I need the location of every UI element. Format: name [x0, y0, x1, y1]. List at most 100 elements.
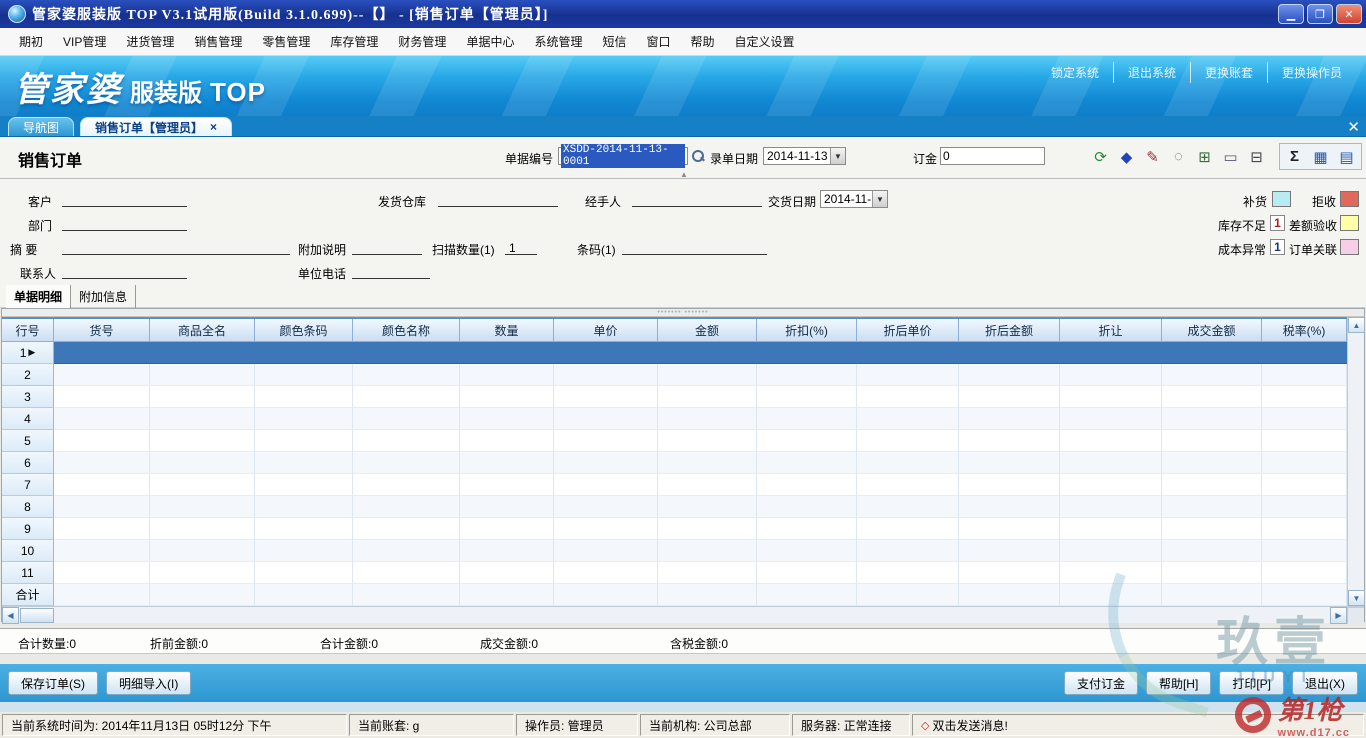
table-cell[interactable] — [554, 518, 658, 540]
table-cell[interactable] — [353, 430, 460, 452]
field-icon[interactable]: ▭ — [1219, 145, 1242, 168]
table-cell[interactable] — [857, 518, 959, 540]
table-cell[interactable] — [1060, 518, 1162, 540]
table-cell[interactable] — [54, 452, 150, 474]
table-cell[interactable] — [1162, 408, 1262, 430]
save-order-button[interactable]: 保存订单(S) — [8, 671, 98, 695]
table-cell[interactable] — [757, 386, 857, 408]
table-cell[interactable] — [554, 562, 658, 584]
table-cell[interactable] — [1162, 518, 1262, 540]
menu-retail[interactable]: 零售管理 — [253, 29, 319, 54]
scroll-left-icon[interactable]: ◀ — [2, 607, 19, 624]
table-cell[interactable] — [1162, 562, 1262, 584]
table-cell[interactable] — [959, 364, 1060, 386]
table-cell[interactable] — [255, 342, 353, 364]
lock-system-link[interactable]: 锁定系统 — [1037, 62, 1114, 83]
table-cell[interactable] — [1262, 496, 1347, 518]
table-cell[interactable] — [658, 584, 757, 606]
table-cell[interactable] — [757, 496, 857, 518]
table-cell[interactable] — [1262, 386, 1347, 408]
table-cell[interactable] — [54, 496, 150, 518]
table-cell[interactable] — [255, 386, 353, 408]
vertical-scrollbar[interactable]: ▲ ▼ — [1347, 317, 1364, 606]
table-cell[interactable] — [255, 584, 353, 606]
table-row[interactable]: 3 — [2, 386, 1347, 408]
table-cell[interactable] — [1262, 474, 1347, 496]
table-row[interactable]: 5 — [2, 430, 1347, 452]
table-cell[interactable] — [857, 452, 959, 474]
table-cell[interactable] — [150, 430, 255, 452]
column-header-5[interactable]: 数量 — [460, 319, 554, 342]
tab-extra-info[interactable]: 附加信息 — [71, 285, 136, 308]
barcode-field[interactable] — [622, 239, 767, 255]
row-header[interactable]: 7 — [2, 474, 54, 496]
table-cell[interactable] — [554, 430, 658, 452]
table-row[interactable]: 10 — [2, 540, 1347, 562]
table-cell[interactable] — [1262, 342, 1347, 364]
scroll-right-icon[interactable]: ▶ — [1330, 607, 1347, 624]
table-cell[interactable] — [460, 474, 554, 496]
table-cell[interactable] — [150, 386, 255, 408]
vertical-scroll-track[interactable] — [1348, 333, 1364, 590]
table-cell[interactable] — [460, 430, 554, 452]
table-cell[interactable] — [255, 408, 353, 430]
table-cell[interactable] — [554, 342, 658, 364]
panel-close-icon[interactable]: ✕ — [1347, 118, 1360, 136]
scroll-down-icon[interactable]: ▼ — [1348, 590, 1365, 606]
table-cell[interactable] — [1162, 452, 1262, 474]
table-cell[interactable] — [857, 364, 959, 386]
table-cell[interactable] — [757, 474, 857, 496]
tab-navigation[interactable]: 导航图 — [8, 117, 74, 136]
table-cell[interactable] — [1060, 474, 1162, 496]
table-cell[interactable] — [1060, 452, 1162, 474]
table-cell[interactable] — [857, 430, 959, 452]
department-field[interactable] — [62, 215, 187, 231]
table-cell[interactable] — [658, 496, 757, 518]
table-cell[interactable] — [658, 386, 757, 408]
table-cell[interactable] — [658, 518, 757, 540]
table-cell[interactable] — [54, 364, 150, 386]
table-cell[interactable] — [857, 474, 959, 496]
entry-date-combo[interactable]: 2014-11-13 ▼ — [763, 147, 846, 165]
table-row[interactable]: 4 — [2, 408, 1347, 430]
table-cell[interactable] — [1262, 540, 1347, 562]
table-cell[interactable] — [54, 386, 150, 408]
table-cell[interactable] — [554, 452, 658, 474]
table-cell[interactable] — [460, 364, 554, 386]
table-cell[interactable] — [1060, 342, 1162, 364]
menu-system[interactable]: 系统管理 — [525, 29, 591, 54]
table-cell[interactable] — [150, 540, 255, 562]
table-cell[interactable] — [460, 584, 554, 606]
menu-doc-center[interactable]: 单据中心 — [457, 29, 523, 54]
table-cell[interactable] — [460, 518, 554, 540]
menu-window[interactable]: 窗口 — [637, 29, 679, 54]
column-header-9[interactable]: 折后单价 — [857, 319, 959, 342]
table-cell[interactable] — [1162, 342, 1262, 364]
table-row[interactable]: 合计 — [2, 584, 1347, 606]
table-cell[interactable] — [857, 408, 959, 430]
table-cell[interactable] — [959, 518, 1060, 540]
table-cell[interactable] — [255, 430, 353, 452]
table-cell[interactable] — [150, 518, 255, 540]
table-cell[interactable] — [959, 342, 1060, 364]
table-cell[interactable] — [1262, 584, 1347, 606]
table-cell[interactable] — [460, 386, 554, 408]
table-cell[interactable] — [857, 496, 959, 518]
table-cell[interactable] — [1060, 430, 1162, 452]
row-header[interactable]: 9 — [2, 518, 54, 540]
switch-operator-link[interactable]: 更换操作员 — [1268, 62, 1356, 83]
table-cell[interactable] — [54, 562, 150, 584]
table-row[interactable]: 9 — [2, 518, 1347, 540]
copy-icon[interactable]: ⊞ — [1193, 145, 1216, 168]
table-cell[interactable] — [150, 342, 255, 364]
table-cell[interactable] — [54, 518, 150, 540]
row-header[interactable]: 3 — [2, 386, 54, 408]
table-cell[interactable] — [658, 342, 757, 364]
table-cell[interactable] — [353, 584, 460, 606]
table-cell[interactable] — [1060, 584, 1162, 606]
help-button[interactable]: 帮助[H] — [1146, 671, 1211, 695]
table-cell[interactable] — [255, 496, 353, 518]
tab-detail[interactable]: 单据明细 — [6, 285, 71, 308]
calc-grid-icon[interactable]: ▦ — [1309, 145, 1332, 168]
menu-inventory[interactable]: 库存管理 — [321, 29, 387, 54]
